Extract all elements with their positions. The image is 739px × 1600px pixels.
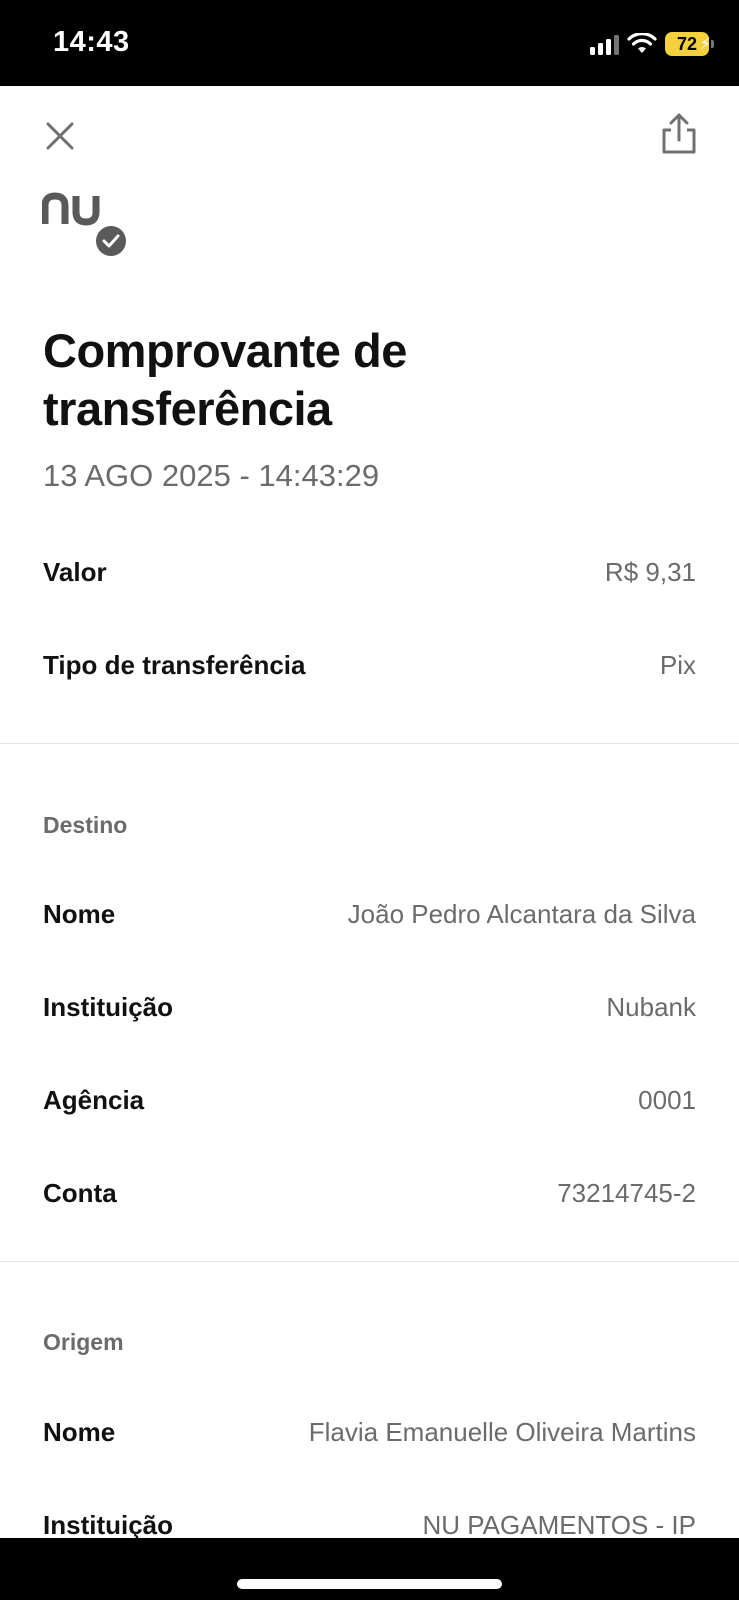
- row-destino-agencia: Agência 0001: [43, 1080, 696, 1120]
- receipt-screen: Comprovante de transferência 13 AGO 2025…: [0, 86, 739, 1538]
- share-icon[interactable]: [659, 112, 699, 156]
- home-indicator[interactable]: [237, 1579, 502, 1589]
- battery-icon: 72 ⚡: [665, 32, 714, 56]
- bottom-bar: [0, 1538, 739, 1600]
- battery-tip: [711, 40, 714, 48]
- receipt-datetime: 13 AGO 2025 - 14:43:29: [43, 458, 380, 493]
- wifi-icon: [627, 33, 657, 53]
- row-label: Instituição: [43, 1509, 174, 1539]
- page-title: Comprovante de transferência: [43, 324, 407, 435]
- section-title-destino: Destino: [43, 812, 128, 838]
- divider: [0, 743, 739, 744]
- row-label: Instituição: [43, 991, 174, 1022]
- row-destino-instituicao: Instituição Nubank: [43, 987, 696, 1027]
- row-label: Conta: [43, 1177, 117, 1208]
- row-value: Nubank: [606, 991, 696, 1022]
- battery-level: 72: [676, 33, 698, 54]
- row-destino-nome: Nome João Pedro Alcantara da Silva: [43, 894, 696, 934]
- row-value: 0001: [638, 1084, 696, 1115]
- row-value: João Pedro Alcantara da Silva: [347, 898, 696, 929]
- row-label: Valor: [43, 556, 107, 587]
- nu-logo-verified-icon: [42, 192, 126, 256]
- status-icons: 72 ⚡: [590, 30, 714, 58]
- row-value: Pix: [659, 649, 696, 680]
- row-label: Nome: [43, 898, 116, 929]
- row-tipo: Tipo de transferência Pix: [43, 645, 696, 685]
- section-title-origem: Origem: [43, 1329, 124, 1355]
- row-value: Flavia Emanuelle Oliveira Martins: [308, 1416, 696, 1447]
- row-label: Agência: [43, 1084, 145, 1115]
- row-value: NU PAGAMENTOS - IP: [422, 1509, 696, 1539]
- row-label: Nome: [43, 1416, 116, 1447]
- row-destino-conta: Conta 73214745-2: [43, 1173, 696, 1213]
- row-label: Tipo de transferência: [43, 649, 306, 680]
- row-value: R$ 9,31: [604, 556, 696, 587]
- row-value: 73214745-2: [557, 1177, 696, 1208]
- row-origem-instituicao: Instituição NU PAGAMENTOS - IP: [43, 1505, 696, 1539]
- charging-bolt-icon: ⚡: [699, 36, 711, 53]
- status-time: 14:43: [53, 26, 130, 58]
- divider: [0, 1261, 739, 1262]
- signal-icon: [590, 33, 619, 55]
- row-valor: Valor R$ 9,31: [43, 552, 696, 592]
- row-origem-nome: Nome Flavia Emanuelle Oliveira Martins: [43, 1412, 696, 1452]
- status-bar: 14:43 72 ⚡: [0, 0, 739, 86]
- close-icon[interactable]: [40, 116, 80, 156]
